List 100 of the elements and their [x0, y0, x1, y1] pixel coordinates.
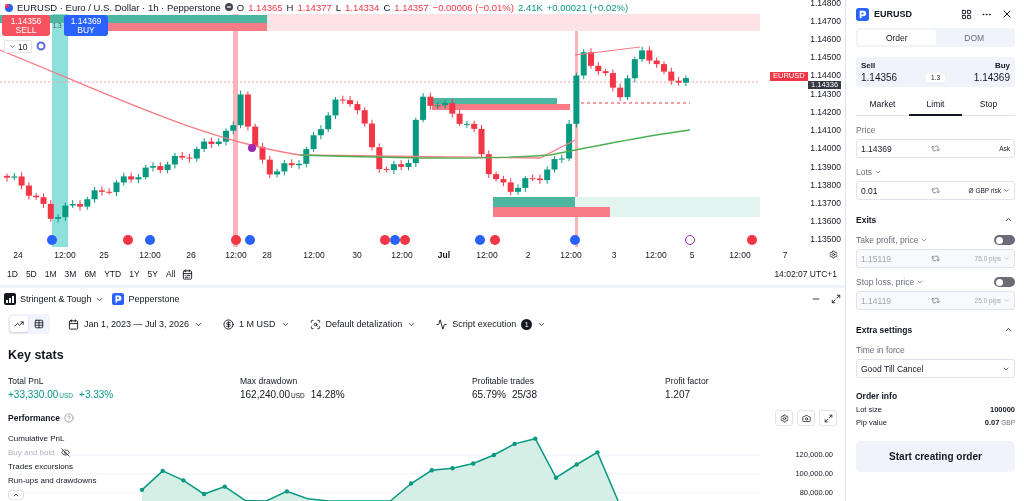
submit-button[interactable]: Start creating order — [856, 441, 1015, 472]
price-label: 1.14000 — [810, 144, 841, 154]
calendar-icon — [182, 268, 194, 280]
grid-icon — [961, 8, 972, 20]
chevron-down-icon — [874, 168, 883, 176]
symbol-title: EURUSD · Euro / U.S. Dollar · 1h · Pepperstone — [17, 1, 221, 13]
mode-tab[interactable]: Order — [858, 30, 936, 45]
time-label: 25 — [99, 250, 109, 260]
price-label: 1.14200 — [810, 107, 841, 117]
bar-chart-icon — [4, 293, 16, 305]
section-title: Key stats — [8, 348, 65, 362]
expand-icon — [823, 413, 833, 423]
volume-value: 2.41K — [517, 1, 543, 13]
time-label: 12:00 — [645, 250, 667, 260]
price-label: 1.14300 — [810, 89, 841, 99]
buy-label: Buy — [994, 61, 1010, 70]
close-icon — [1001, 8, 1013, 20]
time-label: 12:00 — [391, 250, 413, 260]
event-icon[interactable] — [123, 235, 133, 245]
swap-icon — [931, 144, 940, 153]
range-button[interactable]: 3M — [61, 267, 80, 281]
price-label: 1.13600 — [810, 217, 841, 227]
order-type-tab[interactable]: Limit — [909, 95, 962, 116]
event-icon[interactable] — [145, 235, 155, 245]
marker-dot — [248, 144, 256, 152]
view-toggle[interactable] — [10, 316, 28, 332]
swap-icon — [931, 296, 940, 305]
strategy-tab[interactable]: Pepperstone — [110, 291, 182, 307]
time-in-force-select[interactable]: Good Till Cancel — [856, 359, 1015, 378]
range-button[interactable]: 6M — [81, 267, 100, 281]
camera-icon — [801, 413, 811, 423]
event-icon[interactable] — [570, 235, 580, 245]
event-icon[interactable] — [47, 235, 57, 245]
range-button[interactable]: All — [163, 267, 179, 281]
volume-change: +0.00021 (+0.02%) — [546, 1, 629, 13]
expand-button[interactable] — [819, 410, 837, 426]
range-button[interactable]: 5D — [22, 267, 40, 281]
time-label: 12:00 — [225, 250, 247, 260]
toggle-switch[interactable] — [994, 235, 1015, 245]
range-button[interactable]: 5Y — [144, 267, 161, 281]
time-label: 7 — [782, 250, 788, 260]
swap-icon — [931, 254, 940, 263]
event-icon[interactable] — [747, 235, 757, 245]
settings-icon[interactable] — [829, 250, 838, 259]
buy-price[interactable]: 1.14369 — [973, 72, 1010, 83]
price-label: 1.14500 — [810, 53, 841, 63]
order-type-tab[interactable]: Stop — [962, 95, 1015, 116]
chevron-down-icon — [916, 278, 925, 286]
range-button[interactable]: YTD — [101, 267, 125, 281]
strategy-tab[interactable]: Stringent & Tough — [2, 291, 107, 307]
clock: 14:02:07 UTC+1 — [774, 269, 838, 279]
lots-dropdown[interactable]: Lots — [856, 167, 1015, 177]
chevron-down-icon — [920, 236, 929, 244]
collapse-button[interactable] — [8, 490, 24, 500]
ohlc-key: O — [236, 1, 245, 13]
price-change: −0.00006 (−0.01%) — [432, 1, 514, 13]
stat-label: Max drawdown — [240, 376, 299, 386]
stat-secondary: 14.28% — [310, 389, 345, 400]
time-label: 12:00 — [729, 250, 751, 260]
filter-dropdown[interactable]: Default detalization — [307, 316, 419, 332]
sell-price[interactable]: 1.14356 — [861, 72, 898, 83]
time-label: 26 — [186, 250, 196, 260]
legend-item[interactable]: Cumulative PnL — [8, 434, 65, 443]
time-label: 12:00 — [139, 250, 161, 260]
table-icon — [34, 319, 44, 329]
pulse-icon — [436, 318, 448, 330]
buy-button[interactable]: 1.14369 BUY — [64, 15, 108, 36]
maximize-button[interactable] — [829, 292, 843, 306]
mode-tab[interactable]: DOM — [935, 30, 1013, 45]
filter-dropdown[interactable]: 1 M USD — [221, 316, 292, 332]
camera-button[interactable] — [797, 410, 815, 426]
logo-icon — [856, 7, 869, 21]
legend-item[interactable]: Run-ups and drawdowns — [8, 476, 97, 485]
legend-item[interactable]: Trades excursions — [8, 462, 74, 471]
time-label: 24 — [13, 250, 23, 260]
status-icon — [224, 3, 233, 11]
time-label: Jul — [437, 250, 451, 260]
time-label: 28 — [262, 250, 272, 260]
stat-secondary: 25/38 — [511, 389, 537, 400]
exit-dropdown[interactable]: Stop loss, price — [856, 277, 925, 287]
range-button[interactable]: 1Y — [126, 267, 143, 281]
settings-button[interactable] — [775, 410, 793, 426]
event-icon[interactable] — [685, 235, 695, 245]
toggle-switch[interactable] — [994, 277, 1015, 287]
filter-dropdown[interactable]: Jan 1, 2023 — Jul 3, 2026 — [66, 316, 206, 332]
range-button[interactable]: 1M — [41, 267, 60, 281]
price-label: 1.13500 — [810, 235, 841, 245]
trend-line — [574, 46, 641, 56]
price-label: 1.13900 — [810, 162, 841, 172]
price-label: 1.14800 — [810, 0, 841, 8]
indicator-toggle[interactable]: 10 — [4, 40, 33, 53]
range-button[interactable]: 1D — [4, 267, 21, 281]
time-label: 5 — [689, 250, 695, 260]
ohlc-value: 1.14334 — [345, 1, 380, 13]
order-type-tab[interactable]: Market — [856, 95, 909, 116]
exit-dropdown[interactable]: Take profit, price — [856, 235, 929, 245]
settings-icon — [779, 413, 789, 423]
line-chart-icon — [14, 319, 24, 329]
stat-value: 65.79% — [472, 389, 506, 400]
chevron-down-icon — [9, 43, 16, 50]
